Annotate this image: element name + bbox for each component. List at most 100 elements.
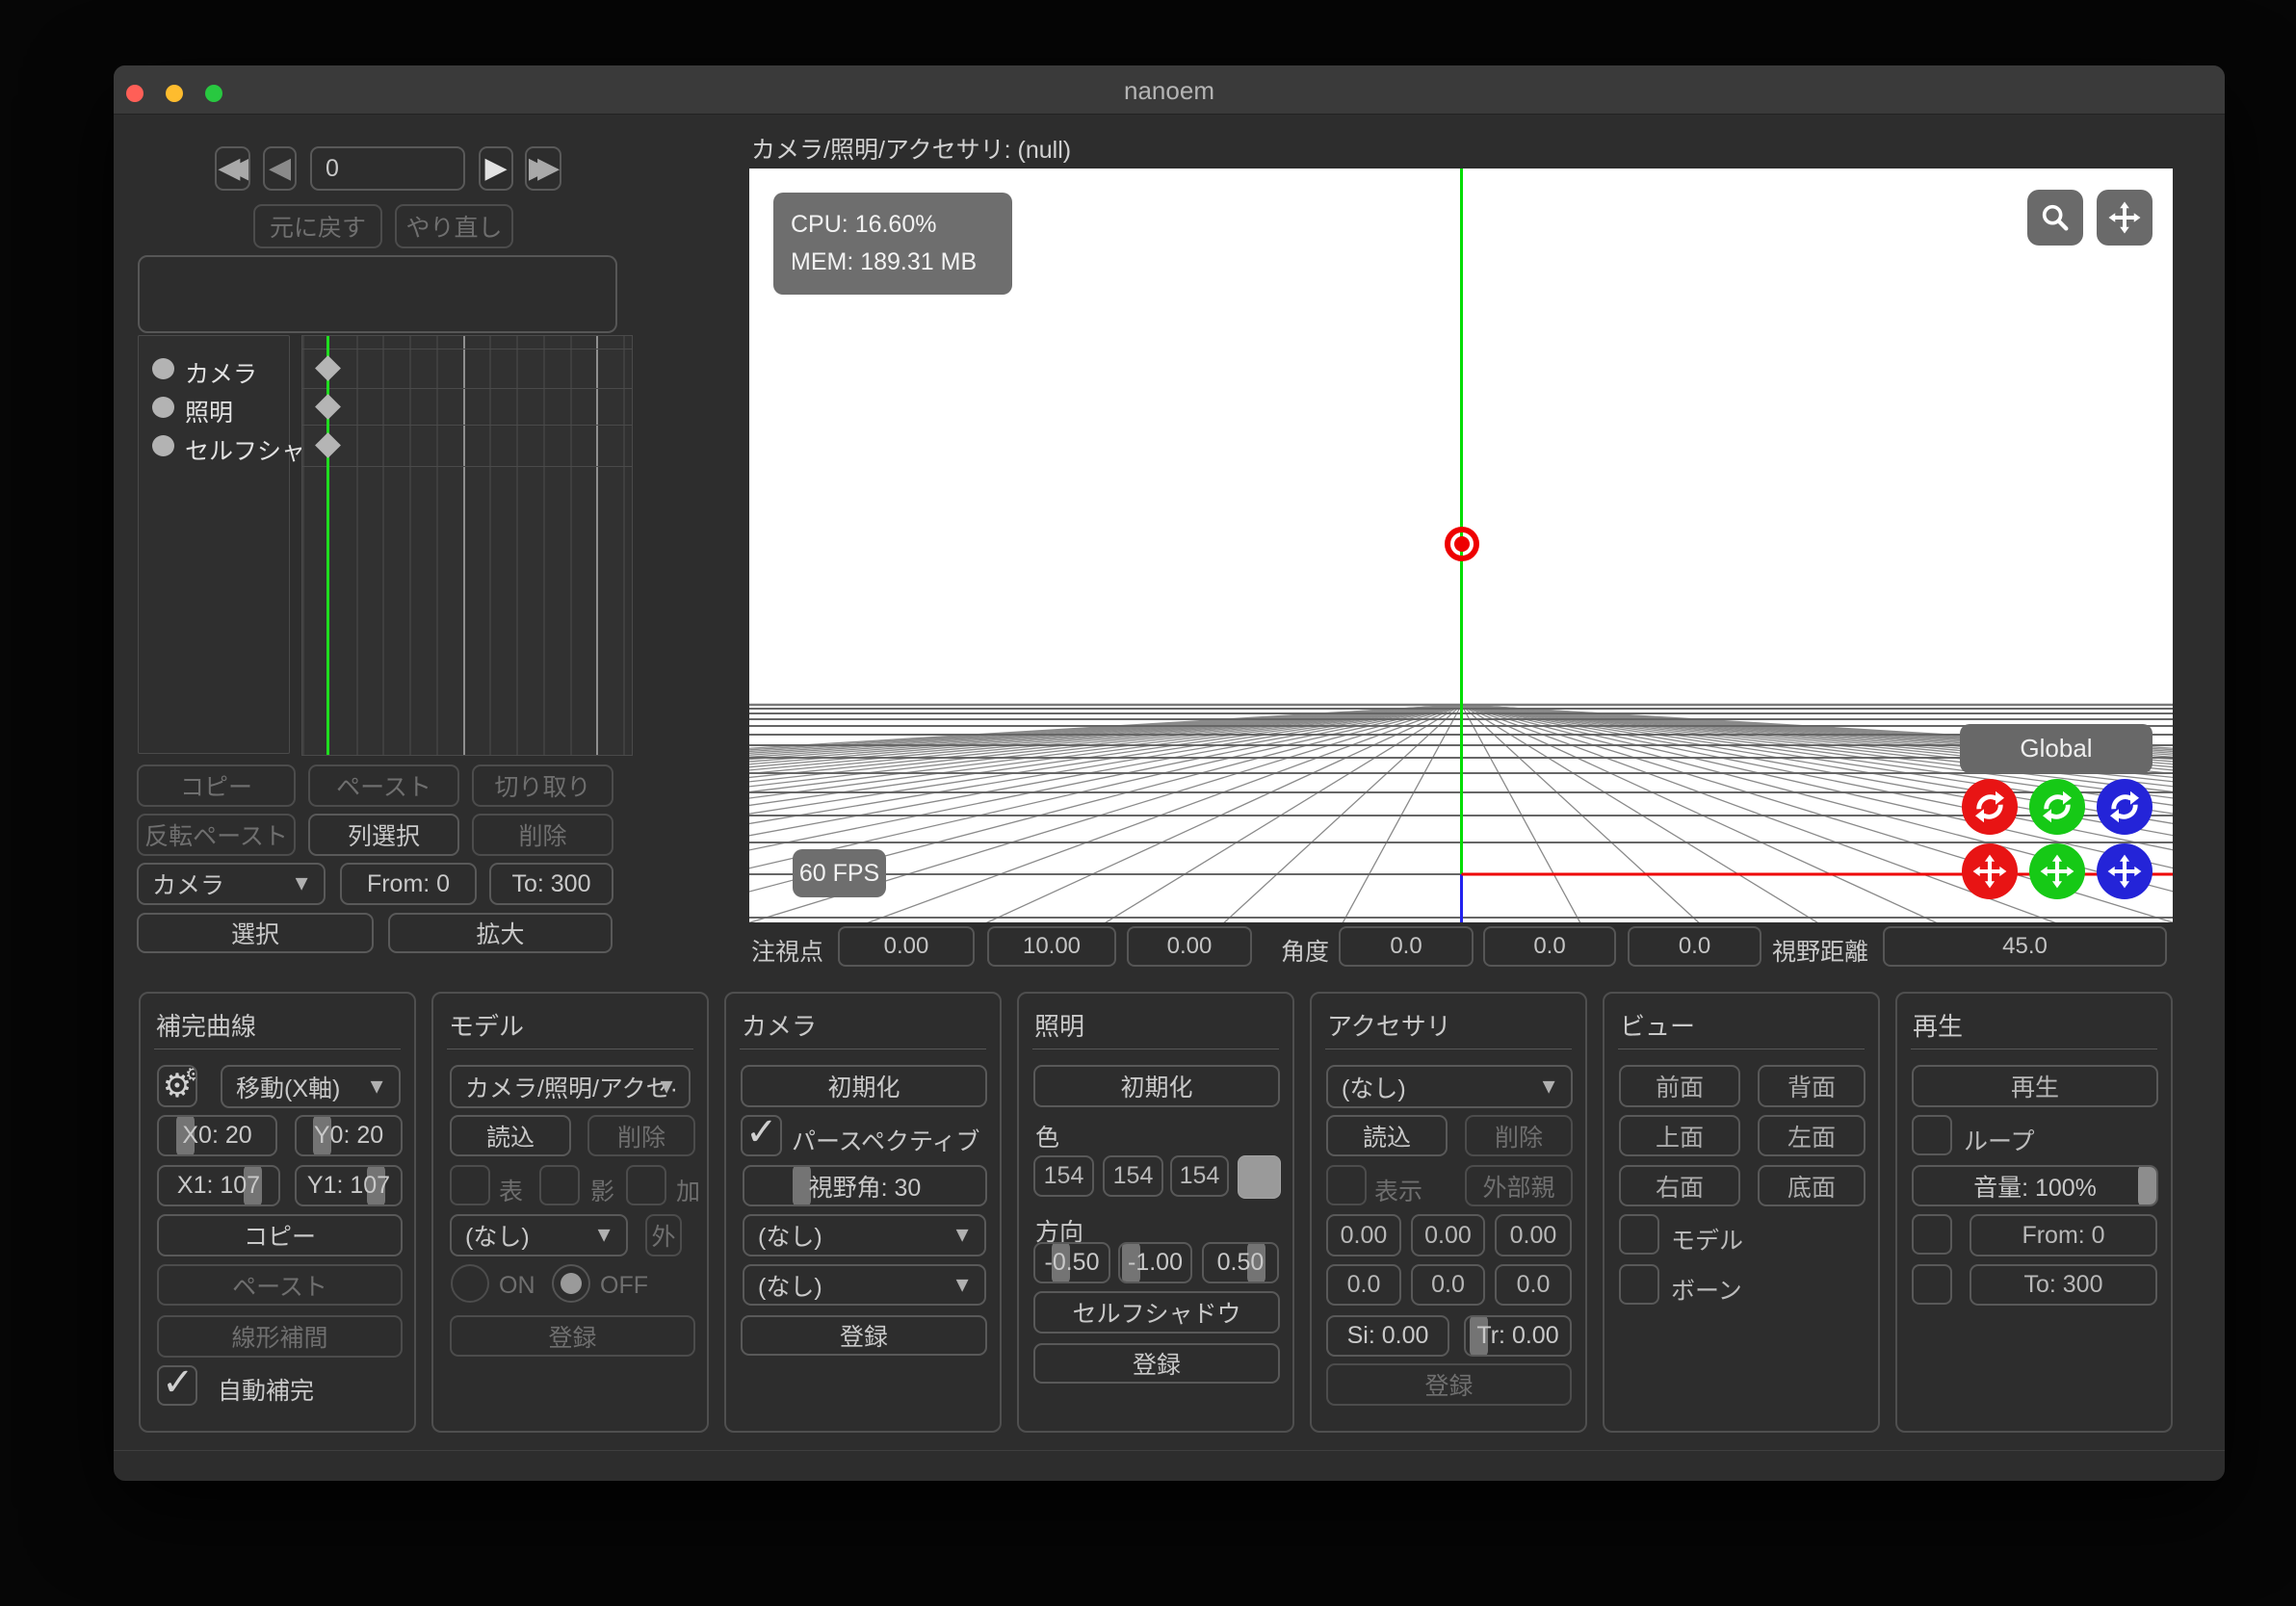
lookat-x-field[interactable]: 0.00 (838, 926, 975, 967)
light-color-g-field[interactable]: 154 (1103, 1155, 1163, 1197)
interp-paste-button[interactable]: ペースト (157, 1264, 403, 1306)
cut-button[interactable]: 切り取り (472, 764, 613, 807)
rewind-button[interactable] (215, 146, 250, 191)
play-from-button[interactable]: From: 0 (1970, 1214, 2157, 1256)
track-row-selfshadow[interactable]: セルフシャド (139, 427, 329, 465)
angle-y-field[interactable]: 0.0 (1483, 926, 1616, 967)
model-front-checkbox[interactable] (450, 1165, 490, 1205)
interp-copy-button[interactable]: コピー (157, 1214, 403, 1256)
track-row-camera[interactable]: カメラ (139, 350, 289, 388)
range-to-button[interactable]: To: 300 (489, 863, 613, 905)
slider-grab[interactable] (2138, 1167, 2156, 1204)
view-right-button[interactable]: 右面 (1619, 1165, 1740, 1206)
accessory-selector-dropdown[interactable]: (なし) (1326, 1065, 1573, 1108)
frame-index-input[interactable]: 0 (310, 146, 465, 191)
range-from-button[interactable]: From: 0 (340, 863, 477, 905)
light-dir-y-slider[interactable]: -1.00 (1118, 1242, 1192, 1283)
play-from-checkbox[interactable] (1912, 1214, 1952, 1255)
light-dir-z-slider[interactable]: 0.50 (1202, 1242, 1279, 1283)
accessory-rz-field[interactable]: 0.0 (1495, 1264, 1572, 1306)
copy-button[interactable]: コピー (137, 764, 296, 807)
column-select-button[interactable]: 列選択 (308, 814, 459, 856)
paste-button[interactable]: ペースト (308, 764, 459, 807)
model-shadow-checkbox[interactable] (539, 1165, 580, 1205)
accessory-ty-field[interactable]: 0.00 (1411, 1214, 1485, 1256)
view-front-button[interactable]: 前面 (1619, 1065, 1740, 1107)
accessory-rx-field[interactable]: 0.0 (1326, 1264, 1401, 1306)
model-ext-button[interactable]: 外 (645, 1214, 682, 1256)
accessory-delete-button[interactable]: 削除 (1465, 1115, 1573, 1156)
redo-button[interactable]: やり直し (395, 204, 513, 248)
track-visibility-icon[interactable] (152, 358, 174, 379)
light-register-button[interactable]: 登録 (1033, 1343, 1280, 1384)
interp-y1-slider[interactable]: Y1: 107 (295, 1165, 403, 1206)
camera-register-button[interactable]: 登録 (741, 1315, 987, 1356)
model-load-button[interactable]: 読込 (450, 1115, 571, 1156)
coordinate-space-button[interactable]: Global (1960, 724, 2152, 773)
fast-forward-button[interactable] (525, 146, 561, 191)
interp-linear-button[interactable]: 線形補間 (157, 1315, 403, 1358)
flip-paste-button[interactable]: 反転ペースト (137, 814, 296, 856)
light-color-b-field[interactable]: 154 (1170, 1155, 1229, 1197)
interp-y0-slider[interactable]: Y0: 20 (295, 1115, 403, 1156)
angle-z-field[interactable]: 0.0 (1628, 926, 1761, 967)
self-shadow-button[interactable]: セルフシャドウ (1033, 1291, 1280, 1334)
outside-parent-button[interactable]: 外部親 (1465, 1165, 1573, 1206)
view-bone-checkbox[interactable] (1619, 1264, 1659, 1305)
light-color-r-field[interactable]: 154 (1033, 1155, 1094, 1197)
zoom-tool-button[interactable] (2027, 190, 2083, 246)
interp-x1-slider[interactable]: X1: 107 (157, 1165, 280, 1206)
keyframe-camera[interactable] (315, 355, 341, 381)
accessory-load-button[interactable]: 読込 (1326, 1115, 1448, 1156)
timeline-grid[interactable] (301, 335, 633, 756)
keyframe-selfshadow[interactable] (315, 432, 341, 458)
loop-checkbox[interactable] (1912, 1115, 1952, 1155)
translate-z-gizmo-button[interactable] (2097, 843, 2152, 899)
keyframe-light[interactable] (315, 394, 341, 420)
light-color-swatch[interactable] (1238, 1155, 1281, 1199)
undo-button[interactable]: 元に戻す (253, 204, 382, 248)
timeline-target-dropdown[interactable]: カメラ (137, 863, 326, 905)
physics-off-radio[interactable] (552, 1264, 590, 1303)
model-add-checkbox[interactable] (626, 1165, 666, 1205)
expand-button[interactable]: 拡大 (388, 913, 613, 953)
camera-follow-model-dropdown[interactable]: (なし) (743, 1214, 986, 1256)
volume-slider[interactable]: 音量: 100% (1912, 1165, 2158, 1206)
angle-x-field[interactable]: 0.0 (1339, 926, 1474, 967)
pan-tool-button[interactable] (2097, 190, 2152, 246)
rotate-z-gizmo-button[interactable] (2097, 779, 2152, 835)
select-button[interactable]: 選択 (137, 913, 374, 953)
lookat-y-field[interactable]: 10.00 (987, 926, 1116, 967)
track-row-light[interactable]: 照明 (139, 388, 289, 427)
view-left-button[interactable]: 左面 (1758, 1115, 1866, 1156)
next-frame-button[interactable] (479, 146, 513, 191)
camera-follow-bone-dropdown[interactable]: (なし) (743, 1264, 986, 1306)
camera-init-button[interactable]: 初期化 (741, 1065, 987, 1107)
accessory-ry-field[interactable]: 0.0 (1411, 1264, 1485, 1306)
model-delete-button[interactable]: 削除 (587, 1115, 695, 1156)
play-to-checkbox[interactable] (1912, 1264, 1952, 1305)
accessory-visible-checkbox[interactable] (1326, 1165, 1367, 1205)
interp-settings-button[interactable] (157, 1065, 197, 1107)
perspective-checkbox[interactable] (741, 1110, 782, 1156)
light-dir-x-slider[interactable]: -0.50 (1033, 1242, 1110, 1283)
view-model-checkbox[interactable] (1619, 1214, 1659, 1255)
distance-field[interactable]: 45.0 (1883, 926, 2167, 967)
model-register-button[interactable]: 登録 (450, 1315, 695, 1357)
rotate-x-gizmo-button[interactable] (1962, 779, 2018, 835)
accessory-tx-field[interactable]: 0.00 (1326, 1214, 1401, 1256)
translate-y-gizmo-button[interactable] (2029, 843, 2085, 899)
accessory-tz-field[interactable]: 0.00 (1495, 1214, 1572, 1256)
light-init-button[interactable]: 初期化 (1033, 1065, 1280, 1107)
view-bottom-button[interactable]: 底面 (1758, 1165, 1866, 1206)
auto-complete-checkbox[interactable] (157, 1360, 197, 1406)
model-parent-dropdown[interactable]: (なし) (450, 1214, 628, 1256)
interp-x0-slider[interactable]: X0: 20 (157, 1115, 277, 1156)
delete-button[interactable]: 削除 (472, 814, 613, 856)
fov-slider[interactable]: 視野角: 30 (743, 1165, 987, 1206)
titlebar[interactable]: nanoem (114, 65, 2225, 115)
play-button[interactable]: 再生 (1912, 1065, 2158, 1107)
rotate-y-gizmo-button[interactable] (2029, 779, 2085, 835)
prev-frame-button[interactable] (263, 146, 297, 191)
track-visibility-icon[interactable] (152, 397, 174, 418)
